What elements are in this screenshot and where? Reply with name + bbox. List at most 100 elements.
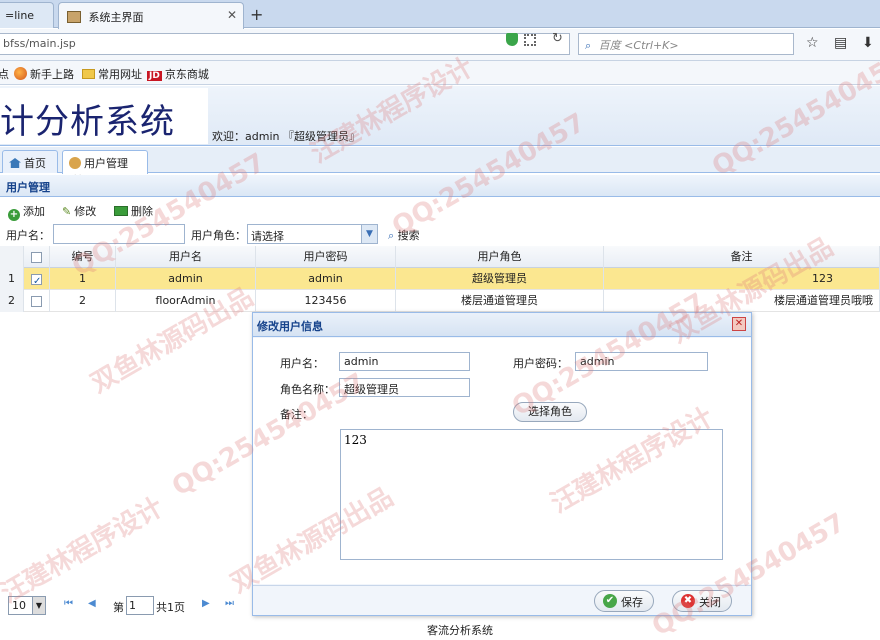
dialog-body: 用户名： admin 用户密码： admin 角色名称： 超级管理员 选择角色 … — [253, 338, 751, 584]
cell-note: 123 — [604, 268, 880, 290]
pick-role-button[interactable]: 选择角色 — [513, 402, 587, 422]
table-row[interactable]: 2 2 floorAdmin 123456 楼层通道管理员 楼层通道管理员哦哦 — [0, 290, 880, 312]
search-icon: ⌕ — [388, 229, 395, 242]
delete-label: 删除 — [131, 205, 153, 218]
row-checkbox[interactable] — [24, 290, 50, 312]
browser-tab-1[interactable]: =line — [0, 2, 54, 28]
tab-home[interactable]: 首页 — [2, 150, 58, 173]
note-label: 备注： — [280, 408, 313, 421]
role-filter-label: 用户角色： — [191, 229, 246, 242]
bookmark-new-user[interactable]: 新手上路 — [14, 66, 74, 82]
delete-icon — [114, 206, 128, 216]
page-number-input[interactable]: 1 — [126, 596, 154, 615]
column-header[interactable]: 编号 — [50, 246, 116, 268]
user-management-icon — [69, 157, 81, 169]
cell-role: 超级管理员 — [396, 268, 604, 290]
search-label: 搜索 — [397, 229, 420, 242]
next-page-icon[interactable]: ▶ — [202, 598, 210, 609]
password-value: admin — [580, 355, 615, 368]
search-button[interactable]: ⌕ 搜索 — [388, 227, 420, 243]
browser-tab-2[interactable]: 系统主界面 ✕ — [58, 2, 244, 29]
app-tabs: 首页 用户管理× — [0, 147, 880, 184]
column-header[interactable]: 用户密码 — [256, 246, 396, 268]
chevron-down-icon: ▼ — [32, 597, 45, 614]
dialog-footer: ✔ 保存 ✖ 关闭 — [253, 585, 751, 615]
bookmark-jd[interactable]: JD 京东商城 — [147, 66, 209, 82]
close-icon[interactable]: ✕ — [732, 317, 746, 331]
role-name-field[interactable]: 超级管理员 — [339, 378, 470, 397]
cell-password: admin — [256, 268, 396, 290]
edit-button[interactable]: ✎ 修改 — [62, 203, 96, 219]
bookmark-label: 京东商城 — [164, 68, 209, 81]
rownum-header — [0, 246, 24, 268]
column-header[interactable]: 用户角色 — [396, 246, 604, 268]
first-page-icon[interactable]: ⏮ — [64, 598, 73, 609]
jd-logo-icon: JD — [147, 71, 162, 81]
browser-tab-label: =line — [5, 9, 35, 22]
close-label: 关闭 — [699, 596, 721, 609]
username-filter-input[interactable] — [53, 224, 185, 244]
table-header: 编号 用户名 用户密码 用户角色 备注 — [0, 246, 880, 268]
dialog-titlebar[interactable]: 修改用户信息 ✕ — [253, 313, 751, 337]
role-filter-select[interactable]: 请选择 ▼ — [247, 224, 378, 244]
add-label: 添加 — [23, 205, 45, 218]
chevron-down-icon: ▼ — [361, 225, 377, 243]
dialog-title: 修改用户信息 — [257, 320, 323, 333]
url-text: bfss/main.jsp — [3, 37, 76, 50]
edit-user-dialog: 修改用户信息 ✕ 用户名： admin 用户密码： admin 角色名称： 超级… — [252, 312, 752, 616]
star-icon[interactable]: ☆ — [806, 35, 819, 51]
reload-icon[interactable]: ↻ — [552, 31, 563, 46]
download-icon[interactable]: ⬇ — [862, 35, 874, 51]
navigation-bar: bfss/main.jsp ↻ ⌕ 百度 <Ctrl+K> ☆ ▤ ⬇ — [0, 29, 880, 61]
address-bar[interactable]: bfss/main.jsp — [0, 33, 570, 55]
row-number: 1 — [0, 268, 24, 290]
search-placeholder: 百度 <Ctrl+K> — [598, 39, 679, 52]
logo-text: 计分析系统 — [0, 102, 175, 142]
cell-id: 2 — [50, 290, 116, 312]
column-header[interactable]: 用户名 — [116, 246, 256, 268]
tab-label: 首页 — [24, 157, 46, 170]
home-icon — [9, 158, 21, 168]
bookmarks-bar: 点 新手上路 常用网址 JD 京东商城 — [0, 61, 880, 85]
reading-list-icon[interactable]: ▤ — [834, 35, 847, 51]
username-value: admin — [344, 355, 379, 368]
username-field[interactable]: admin — [339, 352, 470, 371]
save-label: 保存 — [621, 596, 643, 609]
bookmark-common-sites[interactable]: 常用网址 — [82, 66, 142, 82]
save-button[interactable]: ✔ 保存 — [594, 590, 654, 612]
search-box[interactable]: ⌕ 百度 <Ctrl+K> — [578, 33, 794, 55]
table-row[interactable]: 1 1 admin admin 超级管理员 123 — [0, 268, 880, 290]
close-tab-icon[interactable]: ✕ — [227, 8, 237, 22]
cell-note: 楼层通道管理员哦哦 — [604, 290, 880, 312]
page-size-select[interactable]: 10 ▼ — [8, 596, 46, 615]
tab-user-management[interactable]: 用户管理× — [62, 150, 148, 184]
page-size-value: 10 — [12, 599, 26, 612]
welcome-text: 欢迎：admin 『超级管理员』 — [212, 130, 360, 143]
last-page-icon[interactable]: ⏭ — [225, 598, 234, 609]
bookmark-item[interactable]: 点 — [0, 66, 9, 82]
cell-username: floorAdmin — [116, 290, 256, 312]
browser-tabstrip: =line 系统主界面 ✕ + — [0, 0, 880, 29]
page-total: 共1页 — [156, 601, 185, 614]
panel-title: 用户管理 — [0, 175, 880, 197]
page-favicon-icon — [67, 11, 81, 23]
close-button[interactable]: ✖ 关闭 — [672, 590, 732, 612]
delete-button[interactable]: 删除 — [114, 203, 153, 219]
shield-icon[interactable] — [506, 33, 518, 46]
add-button[interactable]: + 添加 — [8, 203, 45, 221]
column-header[interactable]: 备注 — [604, 246, 880, 268]
app-logo: 计分析系统 — [0, 88, 208, 144]
select-all-checkbox[interactable] — [24, 246, 50, 268]
prev-page-icon[interactable]: ◀ — [88, 598, 96, 609]
role-name-label: 角色名称： — [280, 383, 335, 396]
pencil-icon: ✎ — [62, 205, 72, 218]
new-tab-button[interactable]: + — [250, 5, 263, 24]
checkbox — [31, 251, 42, 263]
qr-code-icon[interactable] — [524, 34, 536, 46]
row-checkbox[interactable] — [24, 268, 50, 290]
password-field[interactable]: admin — [575, 352, 708, 371]
note-textarea[interactable]: 123 — [340, 429, 723, 560]
toolbar: + 添加 ✎ 修改 删除 — [0, 198, 880, 222]
browser-tab-label: 系统主界面 — [88, 11, 144, 24]
pagination: 10 ▼ ⏮ ◀ 第 1 共1页 ▶ ⏭ — [0, 592, 250, 618]
